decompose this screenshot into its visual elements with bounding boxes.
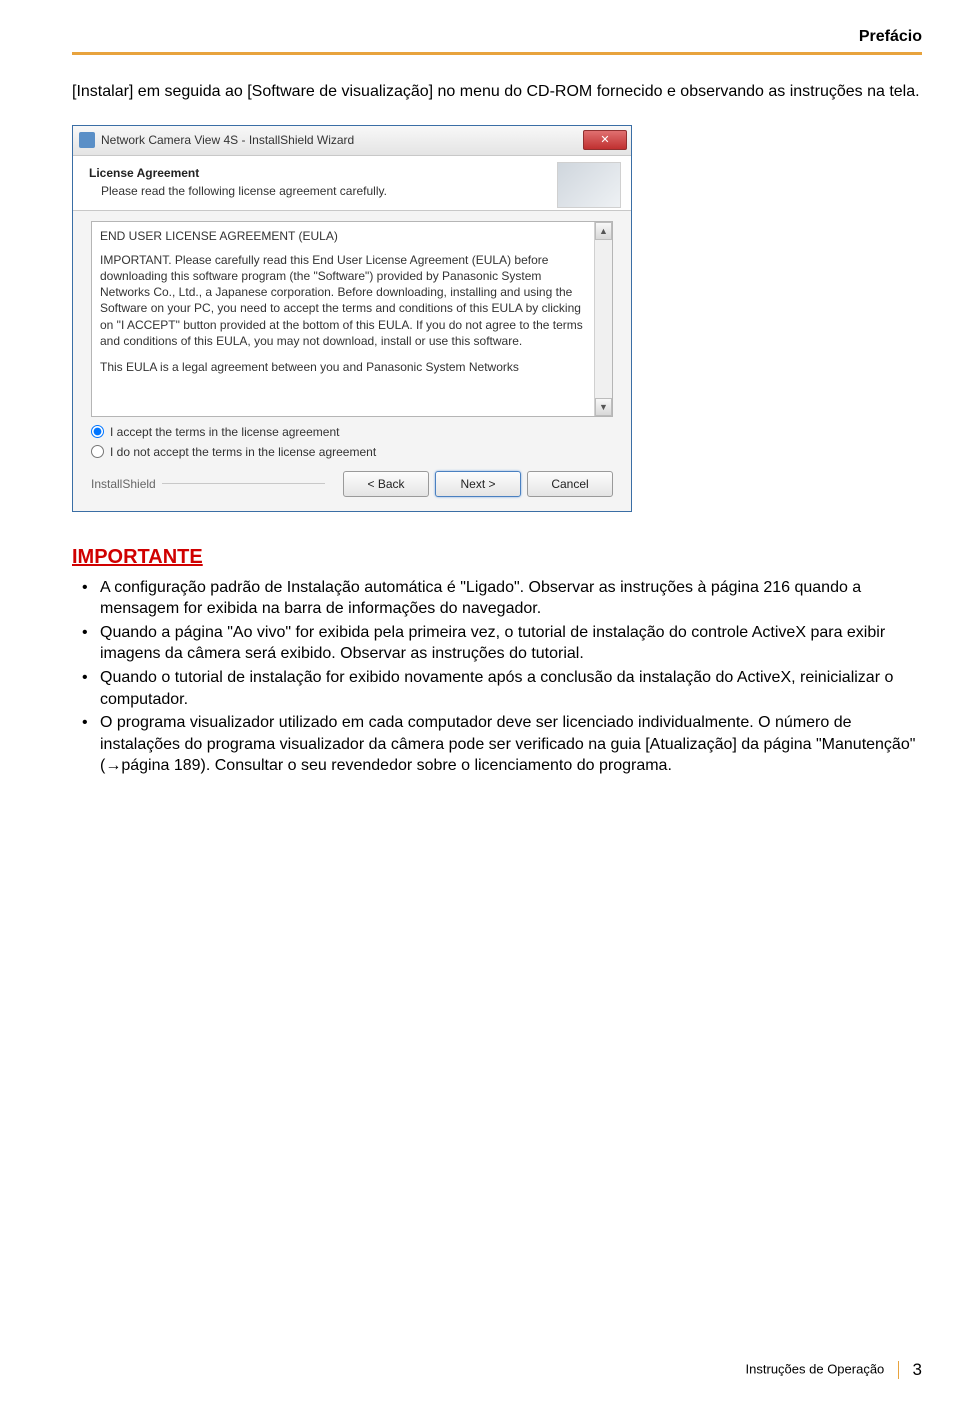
important-item: Quando o tutorial de instalação for exib… — [100, 667, 922, 710]
radio-reject-label: I do not accept the terms in the license… — [110, 445, 376, 459]
important-item: O programa visualizador utilizado em cad… — [100, 712, 922, 777]
back-button[interactable]: < Back — [343, 471, 429, 497]
installshield-label: InstallShield — [91, 477, 156, 491]
scroll-up-button[interactable]: ▲ — [595, 222, 612, 240]
banner-image — [557, 162, 621, 208]
page-footer: Instruções de Operação 3 — [746, 1360, 922, 1380]
banner-subtitle: Please read the following license agreem… — [89, 184, 619, 198]
header-section-label: Prefácio — [72, 28, 922, 46]
radio-reject-row[interactable]: I do not accept the terms in the license… — [73, 439, 631, 459]
eula-area: END USER LICENSE AGREEMENT (EULA) IMPORT… — [73, 211, 631, 419]
footer-divider — [162, 483, 325, 484]
banner: License Agreement Please read the follow… — [73, 156, 631, 211]
eula-paragraph-1: IMPORTANT. Please carefully read this En… — [100, 252, 590, 349]
scrollbar[interactable]: ▲ ▼ — [594, 222, 612, 416]
intro-paragraph: [Instalar] em seguida ao [Software de vi… — [72, 81, 922, 103]
next-button[interactable]: Next > — [435, 471, 521, 497]
footer-doc-label: Instruções de Operação — [746, 1361, 885, 1376]
close-button[interactable]: ✕ — [583, 130, 627, 150]
installer-dialog: Network Camera View 4S - InstallShield W… — [72, 125, 632, 512]
page-number: 3 — [913, 1360, 922, 1379]
cancel-button[interactable]: Cancel — [527, 471, 613, 497]
eula-paragraph-2: This EULA is a legal agreement between y… — [100, 359, 590, 375]
titlebar: Network Camera View 4S - InstallShield W… — [73, 126, 631, 156]
important-item: Quando a página "Ao vivo" for exibida pe… — [100, 622, 922, 665]
header-rule — [72, 52, 922, 55]
radio-accept[interactable] — [91, 425, 104, 438]
window-title: Network Camera View 4S - InstallShield W… — [101, 133, 583, 147]
banner-title: License Agreement — [89, 166, 619, 180]
radio-reject[interactable] — [91, 445, 104, 458]
eula-textbox[interactable]: END USER LICENSE AGREEMENT (EULA) IMPORT… — [91, 221, 613, 417]
scroll-down-button[interactable]: ▼ — [595, 398, 612, 416]
scroll-track[interactable] — [595, 240, 612, 398]
important-list: A configuração padrão de Instalação auto… — [72, 577, 922, 777]
important-item: A configuração padrão de Instalação auto… — [100, 577, 922, 620]
radio-accept-row[interactable]: I accept the terms in the license agreem… — [73, 419, 631, 439]
footer-separator — [898, 1361, 899, 1379]
dialog-footer: InstallShield < Back Next > Cancel — [73, 459, 631, 511]
app-icon — [79, 132, 95, 148]
radio-accept-label: I accept the terms in the license agreem… — [110, 425, 339, 439]
eula-heading: END USER LICENSE AGREEMENT (EULA) — [100, 228, 590, 244]
important-heading: IMPORTANTE — [72, 546, 922, 569]
